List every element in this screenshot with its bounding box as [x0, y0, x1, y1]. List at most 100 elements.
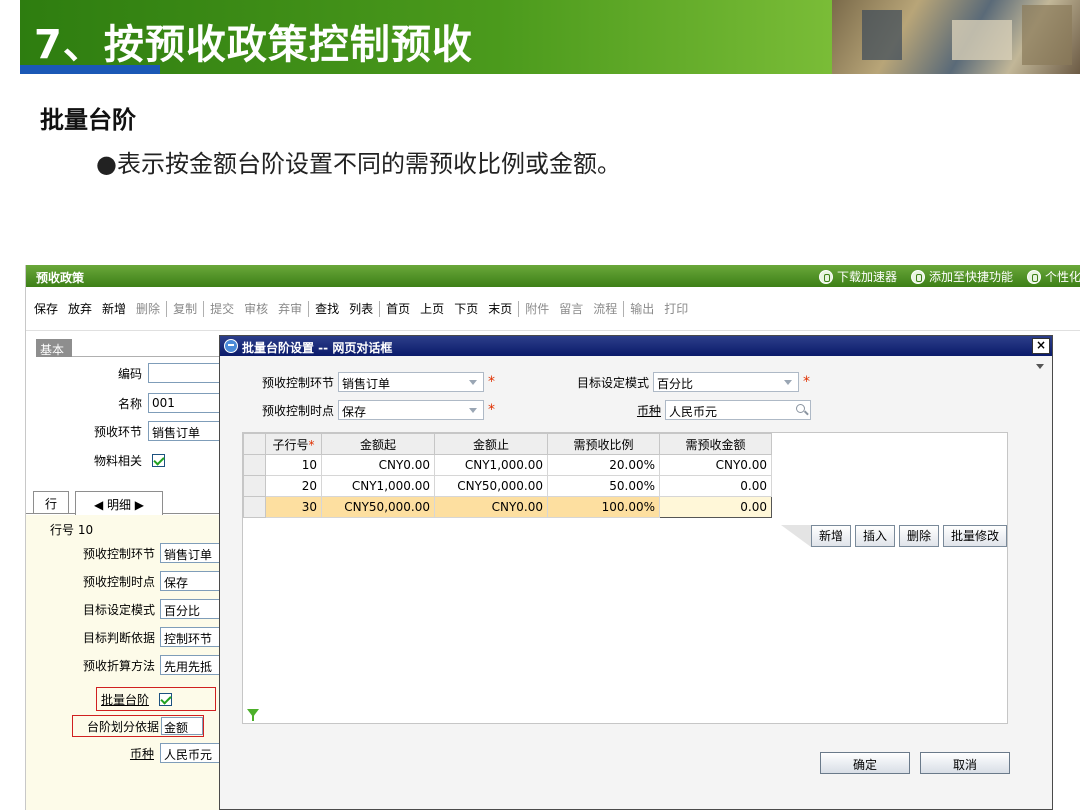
grid-actions: 新增 插入 删除 批量修改 — [780, 525, 1007, 547]
toolbar-button[interactable]: 留言 — [554, 300, 588, 317]
name-input[interactable]: 001 — [148, 393, 220, 413]
app-title: 预收政策 — [36, 271, 85, 285]
currency-input[interactable]: 人民币元 — [160, 743, 220, 763]
toolbar-button[interactable]: 提交 — [205, 300, 239, 317]
stage-input[interactable]: 销售订单 — [148, 421, 220, 441]
table-row[interactable]: 30 CNY50,000.00 CNY0.00 100.00% 0.00 — [243, 496, 772, 518]
col-amount[interactable]: 需预收金额 — [659, 433, 772, 455]
grid-delete-button[interactable]: 删除 — [898, 525, 939, 547]
header-photo — [832, 0, 1080, 74]
toolbar-button[interactable]: 下页 — [449, 300, 483, 317]
col-amount-from[interactable]: 金额起 — [321, 433, 435, 455]
dialog-currency-input[interactable]: 人民币元 — [665, 400, 811, 420]
toolbar-button[interactable]: 复制 — [168, 300, 202, 317]
detail-value[interactable]: 销售订单 — [160, 543, 220, 563]
toolbar-button[interactable]: 审核 — [239, 300, 273, 317]
table-cell[interactable]: 0.00 — [659, 475, 772, 497]
table-cell[interactable]: 10 — [265, 454, 322, 476]
cancel-button[interactable]: 取消 — [920, 752, 1010, 774]
material-checkbox[interactable] — [152, 454, 165, 467]
table-row[interactable]: 20 CNY1,000.00 CNY50,000.00 50.00% 0.00 — [243, 475, 772, 497]
table-row[interactable]: 10 CNY0.00 CNY1,000.00 20.00% CNY0.00 — [243, 454, 772, 476]
grid-add-button[interactable]: 新增 — [810, 525, 851, 547]
toolbar-button[interactable]: 弃审 — [273, 300, 307, 317]
add-shortcut-link[interactable]: 添加至快捷功能 — [910, 268, 1013, 285]
table-cell[interactable]: 20 — [265, 475, 322, 497]
toolbar-button[interactable]: 末页 — [483, 300, 517, 317]
table-cell[interactable]: CNY0.00 — [659, 454, 772, 476]
close-button[interactable]: × — [1032, 338, 1050, 354]
code-input[interactable] — [148, 363, 220, 383]
batch-step-checkbox[interactable] — [159, 692, 173, 706]
ie-icon — [224, 339, 238, 353]
detail-value[interactable]: 百分比 — [160, 599, 220, 619]
toolbar-button[interactable]: 保存 — [29, 300, 63, 317]
col-subrow[interactable]: 子行号* — [265, 433, 322, 455]
toolbar-button[interactable]: 查找 — [310, 300, 344, 317]
grid-batch-edit-button[interactable]: 批量修改 — [942, 525, 1007, 547]
detail-value[interactable]: 控制环节 — [160, 627, 220, 647]
scroll-down-icon[interactable] — [1036, 364, 1044, 369]
dialog-mode-select[interactable]: 百分比 — [653, 372, 800, 392]
chevron-down-icon — [469, 380, 478, 385]
ok-button[interactable]: 确定 — [820, 752, 910, 774]
toolbar-button[interactable]: 列表 — [344, 300, 378, 317]
row-header[interactable] — [243, 454, 266, 476]
filter-icon[interactable] — [247, 709, 259, 721]
tab-detail[interactable]: ◀ 明细 ▶ — [75, 491, 163, 515]
toolbar-button[interactable]: 删除 — [131, 300, 165, 317]
toolbar-button[interactable]: 放弃 — [63, 300, 97, 317]
chevron-down-icon — [784, 380, 793, 385]
grid-insert-button[interactable]: 插入 — [854, 525, 895, 547]
detail-value[interactable]: 先用先抵 — [160, 655, 220, 675]
table-cell[interactable]: 0.00 — [659, 496, 772, 518]
download-accelerator-link[interactable]: 下载加速器 — [818, 268, 897, 285]
toolbar-button[interactable]: 新增 — [97, 300, 131, 317]
tab-row[interactable]: 行 — [33, 491, 69, 513]
row-header[interactable] — [243, 496, 266, 518]
toolbar-button[interactable]: 流程 — [588, 300, 622, 317]
table-cell[interactable]: CNY50,000.00 — [434, 475, 548, 497]
dialog-point-select[interactable]: 保存 — [338, 400, 485, 420]
table-cell[interactable]: 100.00% — [547, 496, 660, 518]
code-row: 编码 — [26, 363, 220, 383]
detail-row: 预收控制环节 销售订单 — [26, 543, 220, 563]
table-cell[interactable]: CNY1,000.00 — [321, 475, 435, 497]
personalize-icon — [1026, 269, 1041, 284]
required-mark: * — [803, 374, 811, 390]
row-header[interactable] — [243, 475, 266, 497]
toolbar-button[interactable]: 附件 — [520, 300, 554, 317]
dialog-stage-select[interactable]: 销售订单 — [338, 372, 485, 392]
table-cell[interactable]: 50.00% — [547, 475, 660, 497]
section-heading: 批量台阶 — [40, 105, 136, 134]
currency-label[interactable]: 币种 — [26, 745, 154, 762]
personalize-link[interactable]: 个性化 — [1026, 268, 1080, 285]
bullet-text: ●表示按金额台阶设置不同的需预收比例或金额。 — [96, 150, 621, 178]
table-cell[interactable]: 20.00% — [547, 454, 660, 476]
toolbar-button[interactable]: 输出 — [625, 300, 659, 317]
dialog-mode-row: 目标设定模式 百分比 * — [577, 372, 810, 392]
grid-header-row: 子行号* 金额起 金额止 需预收比例 需预收金额 — [243, 433, 772, 455]
table-cell[interactable]: CNY50,000.00 — [321, 496, 435, 518]
add-shortcut-icon — [910, 269, 925, 284]
table-cell[interactable]: 30 — [265, 496, 322, 518]
toolbar-button[interactable]: 上页 — [415, 300, 449, 317]
table-cell[interactable]: CNY0.00 — [321, 454, 435, 476]
tab-basic[interactable]: 基本 — [36, 339, 72, 357]
detail-row: 预收折算方法 先用先抵 — [26, 655, 220, 675]
toolbar-separator — [308, 300, 310, 317]
col-ratio[interactable]: 需预收比例 — [547, 433, 660, 455]
detail-value[interactable]: 保存 — [160, 571, 220, 591]
name-row: 名称 001 — [26, 393, 220, 413]
col-amount-to[interactable]: 金额止 — [434, 433, 548, 455]
stage-row: 预收环节 销售订单 — [26, 421, 220, 441]
dialog-currency-label[interactable]: 币种 — [577, 402, 661, 419]
step-basis-input[interactable]: 金额 — [161, 717, 203, 735]
toolbar-button[interactable]: 首页 — [381, 300, 415, 317]
table-cell[interactable]: CNY0.00 — [434, 496, 548, 518]
toolbar-button[interactable]: 打印 — [659, 300, 693, 317]
table-cell[interactable]: CNY1,000.00 — [434, 454, 548, 476]
download-icon — [818, 269, 833, 284]
toolbar-separator — [166, 300, 168, 317]
search-icon[interactable] — [796, 404, 805, 413]
